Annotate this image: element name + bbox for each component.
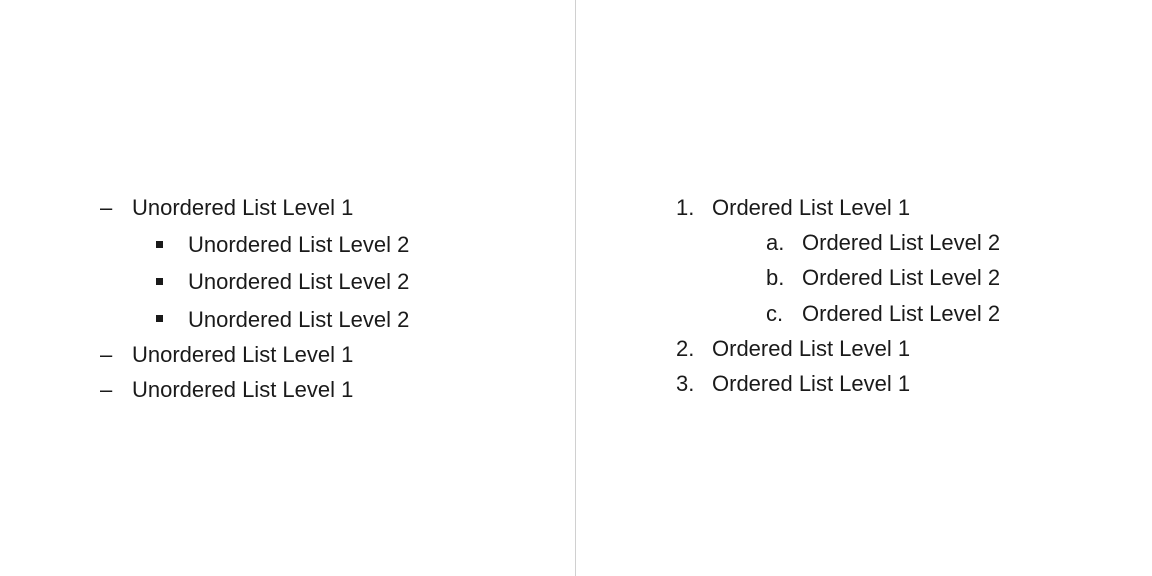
list-item-text: Unordered List Level 1 bbox=[132, 372, 353, 407]
list-item: – Unordered List Level 1 bbox=[100, 372, 515, 407]
list-item-text: Ordered List Level 1 bbox=[712, 331, 910, 366]
list-item: Unordered List Level 2 bbox=[156, 302, 515, 337]
list-item-text: Ordered List Level 1 bbox=[712, 366, 910, 401]
dash-icon: – bbox=[100, 372, 132, 407]
ordered-list: 1. Ordered List Level 1 a. Ordered List … bbox=[676, 190, 1092, 401]
list-item: 2. Ordered List Level 1 bbox=[676, 331, 1092, 366]
ordered-list-column: 1. Ordered List Level 1 a. Ordered List … bbox=[576, 0, 1152, 576]
number-marker: 2. bbox=[676, 331, 712, 366]
unordered-list-column: – Unordered List Level 1 Unordered List … bbox=[0, 0, 576, 576]
list-item: Unordered List Level 2 bbox=[156, 264, 515, 299]
letter-marker: a. bbox=[766, 225, 802, 260]
list-item-text: Unordered List Level 1 bbox=[132, 337, 353, 372]
nested-list: a. Ordered List Level 2 b. Ordered List … bbox=[676, 225, 1092, 331]
dash-icon: – bbox=[100, 190, 132, 225]
list-item: 1. Ordered List Level 1 bbox=[676, 190, 1092, 225]
unordered-list: – Unordered List Level 1 Unordered List … bbox=[100, 190, 515, 407]
dash-icon: – bbox=[100, 337, 132, 372]
list-item: – Unordered List Level 1 bbox=[100, 190, 515, 225]
square-bullet-icon bbox=[156, 262, 188, 297]
list-item-text: Unordered List Level 2 bbox=[188, 264, 409, 299]
list-item: 3. Ordered List Level 1 bbox=[676, 366, 1092, 401]
square-bullet-icon bbox=[156, 225, 188, 260]
number-marker: 3. bbox=[676, 366, 712, 401]
list-item: a. Ordered List Level 2 bbox=[766, 225, 1092, 260]
number-marker: 1. bbox=[676, 190, 712, 225]
letter-marker: b. bbox=[766, 260, 802, 295]
list-item-text: Ordered List Level 2 bbox=[802, 225, 1000, 260]
list-item-text: Unordered List Level 2 bbox=[188, 227, 409, 262]
list-item: b. Ordered List Level 2 bbox=[766, 260, 1092, 295]
list-item-text: Ordered List Level 2 bbox=[802, 296, 1000, 331]
list-item-text: Ordered List Level 2 bbox=[802, 260, 1000, 295]
list-item-text: Unordered List Level 1 bbox=[132, 190, 353, 225]
list-item: – Unordered List Level 1 bbox=[100, 337, 515, 372]
list-item: c. Ordered List Level 2 bbox=[766, 296, 1092, 331]
list-item-text: Unordered List Level 2 bbox=[188, 302, 409, 337]
list-item-text: Ordered List Level 1 bbox=[712, 190, 910, 225]
nested-list: Unordered List Level 2 Unordered List Le… bbox=[100, 227, 515, 337]
letter-marker: c. bbox=[766, 296, 802, 331]
square-bullet-icon bbox=[156, 300, 188, 335]
list-item: Unordered List Level 2 bbox=[156, 227, 515, 262]
